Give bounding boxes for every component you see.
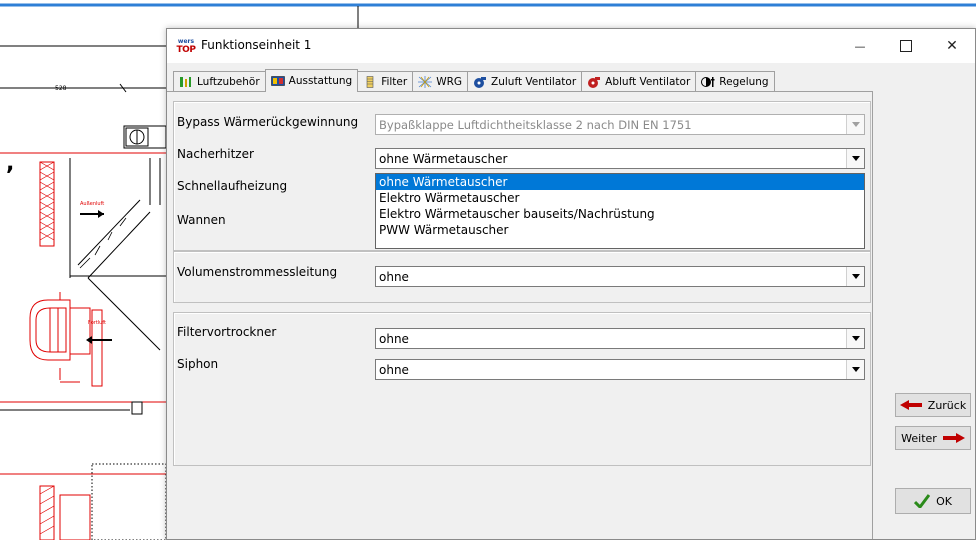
tab-label: Ausstattung: [288, 75, 353, 87]
back-button-label: Zurück: [927, 398, 967, 412]
fortluft-label: Fortluft: [88, 320, 106, 326]
tab-luftzubehoer[interactable]: Luftzubehör: [173, 71, 266, 91]
comma-mark: ,: [6, 151, 14, 176]
chevron-down-icon[interactable]: [846, 149, 864, 168]
tab-zuluft-ventilator[interactable]: Zuluft Ventilator: [467, 71, 583, 91]
equipment-icon: [270, 76, 285, 86]
tab-wrg[interactable]: WRG: [412, 71, 469, 91]
chevron-down-icon: [846, 115, 864, 134]
next-button-label: Weiter: [901, 431, 937, 445]
chevron-down-icon[interactable]: [846, 267, 864, 286]
bypass-value: Bypaßklappe Luftdichtheitsklasse 2 nach …: [379, 118, 692, 132]
tab-ausstattung[interactable]: Ausstattung: [264, 69, 359, 92]
nacherhitzer-dropdown-list: ohne Wärmetauscher Elektro Wärmetauscher…: [375, 173, 865, 249]
app-logo-text: TOP: [176, 45, 196, 55]
filtervortrockner-label: Filtervortrockner: [177, 325, 277, 339]
funktionseinheit-dialog: wers TOP Funktionseinheit 1 — ✕ Luftzube…: [166, 28, 976, 540]
control-icon: [701, 76, 715, 87]
tab-bar: Luftzubehör Ausstattung Filter WRG Zuluf…: [173, 69, 775, 92]
supply-fan-icon: [474, 76, 487, 88]
minimize-button[interactable]: —: [837, 29, 883, 63]
tab-label: Filter: [381, 75, 408, 88]
nacherhitzer-select[interactable]: ohne Wärmetauscher: [375, 148, 865, 169]
next-button[interactable]: Weiter: [895, 426, 971, 450]
tab-label: Regelung: [719, 75, 769, 88]
close-button[interactable]: ✕: [929, 29, 975, 63]
window-title: Funktionseinheit 1: [201, 38, 312, 52]
bypass-select[interactable]: Bypaßklappe Luftdichtheitsklasse 2 nach …: [375, 114, 865, 135]
tab-label: WRG: [436, 75, 463, 88]
maximize-icon: [900, 40, 912, 52]
heat-recovery-icon: [418, 75, 433, 88]
bypass-label: Bypass Wärmerückgewinnung: [177, 115, 359, 129]
volumenstrom-value: ohne: [379, 270, 409, 284]
ok-button[interactable]: OK: [895, 488, 971, 514]
nacherhitzer-label: Nacherhitzer: [177, 147, 254, 161]
volumenstrom-select[interactable]: ohne: [375, 266, 865, 287]
dropdown-option[interactable]: Elektro Wärmetauscher: [376, 190, 864, 206]
dimension-label: 528: [55, 85, 67, 92]
filter-icon: [366, 75, 374, 88]
tab-regelung[interactable]: Regelung: [695, 71, 775, 91]
chevron-down-icon[interactable]: [846, 360, 864, 379]
tab-label: Luftzubehör: [197, 75, 260, 88]
back-button[interactable]: Zurück: [895, 393, 971, 417]
dropdown-option[interactable]: Elektro Wärmetauscher bauseits/Nachrüstu…: [376, 206, 864, 222]
volumenstrom-label: Volumenstrommessleitung: [177, 265, 338, 279]
checkmark-icon: [914, 494, 931, 508]
minimize-icon: —: [854, 39, 866, 53]
siphon-select[interactable]: ohne: [375, 359, 865, 380]
tab-label: Abluft Ventilator: [605, 75, 691, 88]
aussenluft-label: Außenluft: [80, 201, 104, 207]
air-accessory-icon: [180, 76, 191, 87]
schnellaufheizung-label: Schnellaufheizung: [177, 179, 288, 193]
filtervortrockner-value: ohne: [379, 332, 409, 346]
arrow-left-icon: [899, 400, 922, 410]
close-icon: ✕: [946, 38, 958, 54]
dropdown-option[interactable]: PWW Wärmetauscher: [376, 222, 864, 238]
filtervortrockner-select[interactable]: ohne: [375, 328, 865, 349]
siphon-label: Siphon: [177, 357, 219, 371]
tab-label: Zuluft Ventilator: [491, 75, 577, 88]
siphon-value: ohne: [379, 363, 409, 377]
exhaust-fan-icon: [588, 76, 601, 88]
title-bar[interactable]: wers TOP Funktionseinheit 1 — ✕: [167, 29, 975, 63]
tab-abluft-ventilator[interactable]: Abluft Ventilator: [581, 71, 697, 91]
maximize-button[interactable]: [883, 29, 929, 63]
ok-button-label: OK: [936, 494, 952, 508]
wannen-label: Wannen: [177, 213, 226, 227]
chevron-down-icon[interactable]: [846, 329, 864, 348]
tab-filter[interactable]: Filter: [357, 71, 414, 91]
app-logo-icon: wers TOP: [175, 38, 197, 55]
dropdown-option[interactable]: ohne Wärmetauscher: [376, 174, 864, 190]
arrow-right-icon: [942, 433, 965, 443]
nacherhitzer-value: ohne Wärmetauscher: [379, 152, 508, 166]
